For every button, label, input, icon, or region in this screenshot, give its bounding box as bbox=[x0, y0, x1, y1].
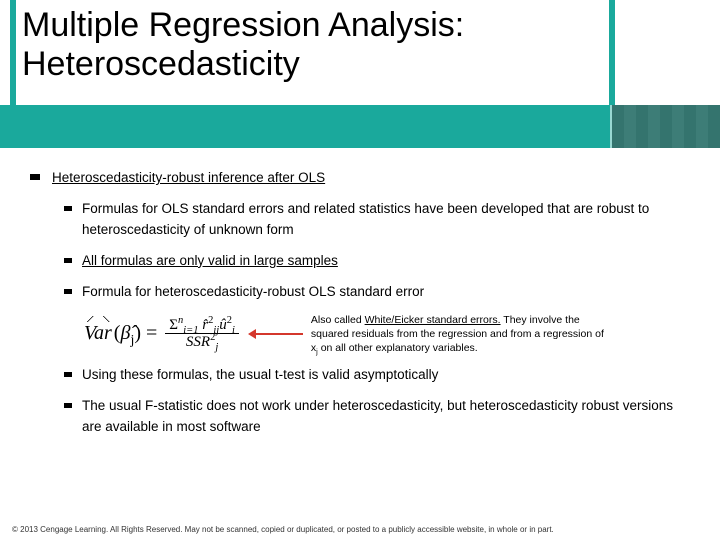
variance-formula: Var(β̂j) = Σni=1 r̂2ijû2i SSR2j bbox=[82, 317, 239, 351]
copyright-footer: © 2013 Cengage Learning. All Rights Rese… bbox=[0, 525, 720, 534]
formula-var: Var bbox=[82, 318, 114, 349]
section-heading: Heteroscedasticity-robust inference afte… bbox=[48, 168, 696, 189]
calculator-image bbox=[610, 105, 720, 148]
bullet-icon bbox=[64, 372, 72, 377]
bullet-icon bbox=[64, 403, 72, 408]
bullet-icon bbox=[30, 174, 40, 180]
bullet-text: Formula for heteroscedasticity-robust OL… bbox=[82, 284, 424, 299]
bullet-text: All formulas are only valid in large sam… bbox=[82, 253, 338, 268]
formula-fraction: Σni=1 r̂2ijû2i SSR2j bbox=[165, 317, 239, 351]
accent-bar-right bbox=[609, 0, 615, 105]
slide-title: Multiple Regression Analysis: Heterosced… bbox=[22, 6, 600, 84]
arrow-left-icon bbox=[251, 333, 303, 335]
bullet-item-4: Using these formulas, the usual t-test i… bbox=[82, 365, 696, 386]
slide-header: Multiple Regression Analysis: Heterosced… bbox=[0, 0, 720, 148]
bullet-icon bbox=[64, 206, 72, 211]
bullet-icon bbox=[64, 289, 72, 294]
title-line-2: Heteroscedasticity bbox=[22, 45, 600, 84]
bullet-item-3: Formula for heteroscedasticity-robust OL… bbox=[82, 282, 696, 303]
bullet-text: The usual F-statistic does not work unde… bbox=[82, 398, 673, 434]
formula-annotation: Also called White/Eicker standard errors… bbox=[311, 313, 611, 356]
bullet-icon bbox=[64, 258, 72, 263]
bullet-text: Formulas for OLS standard errors and rel… bbox=[82, 201, 649, 237]
bullet-item-1: Formulas for OLS standard errors and rel… bbox=[82, 199, 696, 241]
bullet-item-2: All formulas are only valid in large sam… bbox=[82, 251, 696, 272]
formula-row: Var(β̂j) = Σni=1 r̂2ijû2i SSR2j Also cal… bbox=[82, 313, 696, 356]
slide-body: Heteroscedasticity-robust inference afte… bbox=[0, 148, 720, 438]
title-line-1: Multiple Regression Analysis: bbox=[22, 6, 600, 45]
section-heading-text: Heteroscedasticity-robust inference afte… bbox=[52, 170, 325, 185]
bullet-text: Using these formulas, the usual t-test i… bbox=[82, 367, 438, 382]
bullet-item-5: The usual F-statistic does not work unde… bbox=[82, 396, 696, 438]
accent-bar-left bbox=[10, 0, 16, 105]
